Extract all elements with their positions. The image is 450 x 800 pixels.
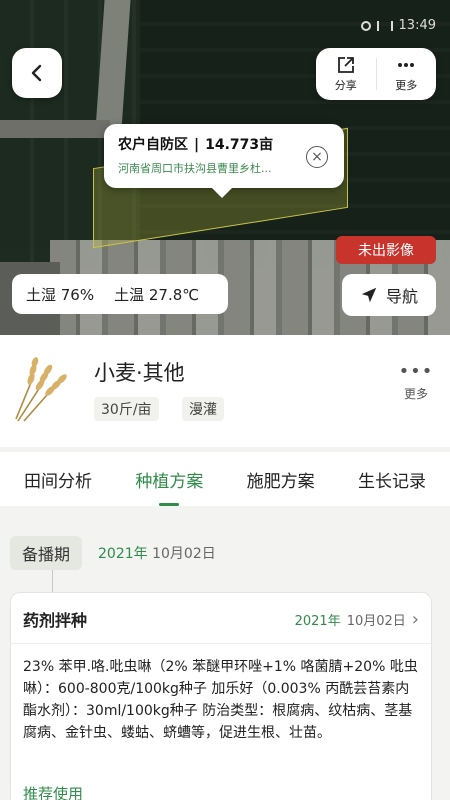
soil-temperature: 土温 27.8℃ <box>114 285 200 304</box>
status-time: 13:49 <box>398 18 436 33</box>
more-dots-icon: ••• <box>398 361 434 382</box>
share-label: 分享 <box>334 79 357 92</box>
plan-content: 备播期 2021年 10月02日 药剂拌种 2021年 10月02日 › 23% … <box>0 512 450 800</box>
task-card-header: 药剂拌种 2021年 10月02日 › <box>11 593 431 631</box>
soil-sensor-panel: 土湿 76% 土温 27.8℃ <box>12 274 228 314</box>
task-title: 药剂拌种 <box>23 611 88 630</box>
tab-bar: 田间分析 种植方案 施肥方案 生长记录 <box>0 452 450 506</box>
navigate-label: 导航 <box>385 287 418 306</box>
crop-tag-irrigation: 漫灌 <box>182 397 224 421</box>
more-label: 更多 <box>395 79 418 92</box>
field-address: 河南省周口市扶沟县曹里乡杜... <box>118 162 272 175</box>
task-card[interactable]: 药剂拌种 2021年 10月02日 › 23% 苯甲.咯.吡虫啉（2% 苯醚甲环唑… <box>10 592 432 800</box>
more-button[interactable]: 更多 <box>377 48 437 100</box>
status-bar: 13:49 <box>360 18 436 33</box>
navigate-button[interactable]: 导航 <box>342 274 436 316</box>
crop-header: 小麦·其他 30斤/亩 漫灌 ••• 更多 <box>0 335 450 447</box>
crop-more-button[interactable]: ••• 更多 <box>396 361 436 402</box>
field-name: 农户自防区 <box>118 137 188 153</box>
recommend-link[interactable]: 推荐使用 <box>23 783 83 800</box>
map-road <box>0 120 110 138</box>
task-description: 23% 苯甲.咯.吡虫啉（2% 苯醚甲环唑+1% 咯菌腈+20% 吡虫啉）：60… <box>23 659 418 741</box>
map-road <box>95 0 131 130</box>
chevron-right-icon: › <box>411 608 419 630</box>
vibrate-icon <box>376 20 393 31</box>
tab-planting-plan[interactable]: 种植方案 <box>135 452 203 506</box>
field-info-callout[interactable]: 农户自防区 | 14.773亩 河南省周口市扶沟县曹里乡杜... × <box>104 124 344 198</box>
field-title: 农户自防区 | 14.773亩 <box>118 137 274 153</box>
navigation-arrow-icon <box>361 287 377 303</box>
share-icon <box>337 57 354 73</box>
crop-more-label: 更多 <box>403 387 428 401</box>
share-button[interactable]: 分享 <box>316 48 376 100</box>
satellite-map[interactable]: 13:49 分享 更多 农户自防区 | 14.773亩 河南省周口市扶沟县曹里乡杜.… <box>0 0 450 335</box>
task-date: 2021年 10月02日 › <box>294 608 419 630</box>
top-action-group: 分享 更多 <box>316 48 436 100</box>
tab-growth-record[interactable]: 生长记录 <box>358 452 426 506</box>
back-button[interactable] <box>12 48 62 98</box>
crop-tag-yield: 30斤/亩 <box>94 397 159 421</box>
soil-moisture: 土湿 76% <box>26 285 95 304</box>
more-dots-icon <box>398 63 415 67</box>
tab-field-analysis[interactable]: 田间分析 <box>24 452 92 506</box>
tab-fertilizer-plan[interactable]: 施肥方案 <box>247 452 315 506</box>
stage-date: 2021年 10月02日 <box>98 546 216 562</box>
crop-name: 小麦·其他 <box>94 361 185 385</box>
no-image-badge: 未出影像 <box>336 236 436 264</box>
timeline-line <box>52 570 53 592</box>
wheat-icon <box>15 357 67 422</box>
field-area: 14.773亩 <box>205 137 274 153</box>
location-icon <box>360 20 371 31</box>
stage-row: 备播期 2021年 10月02日 <box>10 536 216 570</box>
close-icon[interactable]: × <box>306 146 328 168</box>
chevron-left-icon <box>31 64 42 82</box>
stage-label: 备播期 <box>10 536 83 570</box>
